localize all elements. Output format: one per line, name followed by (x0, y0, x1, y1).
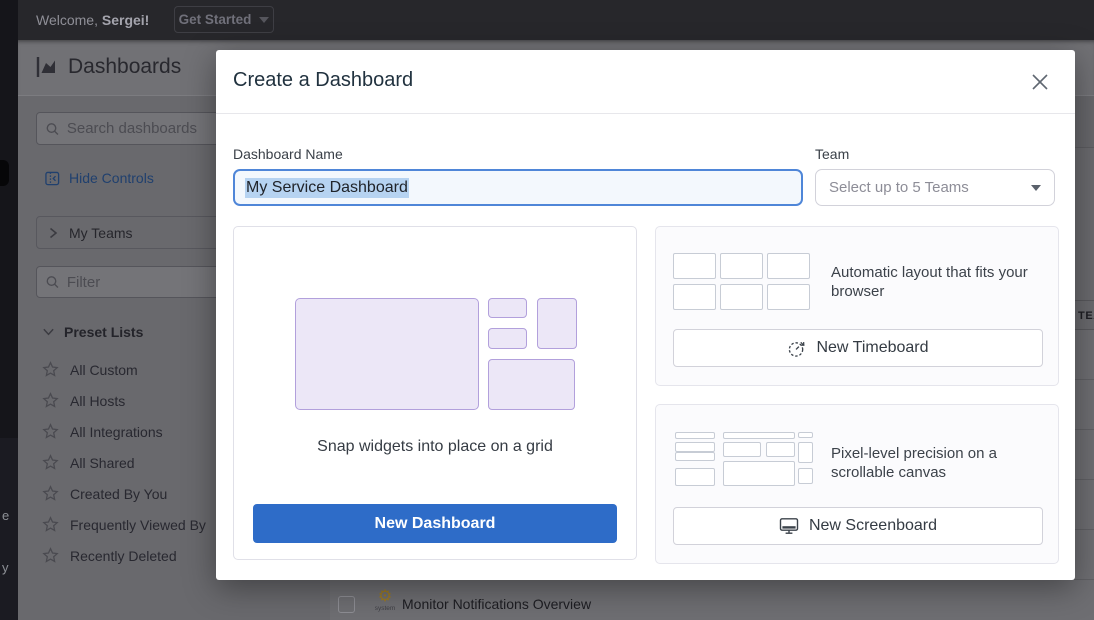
hide-controls-label: Hide Controls (69, 170, 154, 186)
widget-box (488, 328, 527, 349)
welcome-prefix: Welcome, (36, 12, 98, 28)
layout-box (673, 284, 716, 310)
page-title: Dashboards (68, 55, 181, 79)
widget-box (488, 359, 575, 410)
screenboard-card: Pixel-level precision on a scrollable ca… (655, 404, 1059, 564)
star-icon (42, 392, 59, 409)
layout-box (675, 468, 715, 486)
layout-box (767, 253, 810, 279)
star-icon (42, 485, 59, 502)
star-icon (42, 454, 59, 471)
timeboard-card-caption: Automatic layout that fits your browser (831, 263, 1049, 301)
layout-box (720, 253, 763, 279)
new-timeboard-label: New Timeboard (816, 339, 928, 357)
nav-strip-lower-section (0, 438, 18, 620)
modal-header: Create a Dashboard (216, 50, 1075, 114)
hide-controls-icon (45, 171, 60, 186)
selected-text: My Service Dashboard (245, 178, 409, 198)
nav-clipped-label: e (2, 508, 9, 523)
search-icon (46, 275, 59, 289)
preset-item-label: All Custom (70, 362, 138, 378)
team-select-placeholder: Select up to 5 Teams (829, 179, 969, 196)
welcome-text: Welcome, Sergei! (36, 0, 149, 40)
my-teams-label: My Teams (69, 225, 133, 241)
widget-box (488, 298, 527, 318)
preset-item-label: Frequently Viewed By (70, 517, 206, 533)
chevron-down-icon (42, 327, 55, 337)
create-dashboard-modal: Create a Dashboard Dashboard Name My Ser… (216, 50, 1075, 580)
gear-caption: system (372, 605, 398, 612)
layout-box (766, 442, 795, 457)
preset-item-label: All Shared (70, 455, 135, 471)
row-checkbox[interactable] (338, 596, 355, 613)
layout-box (723, 461, 795, 486)
team-label: Team (815, 146, 849, 162)
new-screenboard-button[interactable]: New Screenboard (673, 507, 1043, 545)
get-started-button[interactable]: Get Started (174, 6, 274, 33)
system-gear-icon: ⚙ system (372, 587, 398, 612)
close-button[interactable] (1031, 73, 1051, 93)
layout-box (673, 253, 716, 279)
team-select[interactable]: Select up to 5 Teams (815, 169, 1055, 206)
get-started-label: Get Started (179, 12, 252, 27)
welcome-user-name: Sergei! (102, 12, 149, 28)
grid-dashboard-card: Snap widgets into place on a grid New Da… (233, 226, 637, 560)
chevron-down-icon (259, 17, 269, 23)
search-icon (46, 122, 59, 136)
timeboard-card: Automatic layout that fits your browser … (655, 226, 1059, 386)
preset-item-label: Recently Deleted (70, 548, 177, 564)
stopwatch-icon (787, 339, 806, 358)
layout-box (675, 442, 715, 452)
star-icon (42, 423, 59, 440)
preset-item-label: All Hosts (70, 393, 125, 409)
app-window: e y Welcome, Sergei! Get Started Dashboa… (0, 0, 1094, 620)
modal-title: Create a Dashboard (233, 69, 413, 92)
table-row: ⚙ system Monitor Notifications Overview (330, 580, 1094, 620)
close-icon (1031, 73, 1049, 91)
hide-controls-link[interactable]: Hide Controls (45, 170, 154, 186)
star-icon (42, 547, 59, 564)
widget-box (537, 298, 577, 349)
star-icon (42, 361, 59, 378)
dashboards-icon (36, 56, 61, 83)
dashboard-name-label: Dashboard Name (233, 146, 343, 162)
preset-item-label: All Integrations (70, 424, 163, 440)
dashboard-name-input[interactable]: My Service Dashboard (233, 169, 803, 206)
chevron-right-icon (47, 226, 59, 240)
preset-lists-label: Preset Lists (64, 324, 143, 340)
widget-box (295, 298, 479, 410)
layout-box (675, 432, 715, 439)
screenboard-card-caption: Pixel-level precision on a scrollable ca… (831, 444, 1049, 482)
star-icon (42, 516, 59, 533)
preset-item-label: Created By You (70, 486, 167, 502)
layout-box (798, 432, 813, 438)
new-timeboard-button[interactable]: New Timeboard (673, 329, 1043, 367)
new-dashboard-button[interactable]: New Dashboard (253, 504, 617, 543)
team-column-header[interactable]: TEAM (1078, 310, 1094, 322)
dashboard-row-title[interactable]: Monitor Notifications Overview (402, 580, 591, 620)
layout-box (723, 442, 761, 457)
top-welcome-bar: Welcome, Sergei! Get Started (18, 0, 1094, 40)
chevron-down-icon (1031, 185, 1041, 191)
layout-box (723, 432, 795, 439)
monitor-icon (779, 517, 799, 535)
nav-clipped-label: y (2, 560, 9, 575)
layout-box (767, 284, 810, 310)
layout-box (798, 468, 813, 484)
layout-box (798, 442, 813, 463)
grid-card-caption: Snap widgets into place on a grid (234, 438, 636, 456)
preset-lists-toggle[interactable]: Preset Lists (42, 324, 143, 340)
new-screenboard-label: New Screenboard (809, 517, 937, 535)
nav-active-item-notch (0, 160, 9, 186)
layout-box (720, 284, 763, 310)
layout-box (675, 452, 715, 461)
collapsed-nav-strip: e y (0, 0, 18, 620)
